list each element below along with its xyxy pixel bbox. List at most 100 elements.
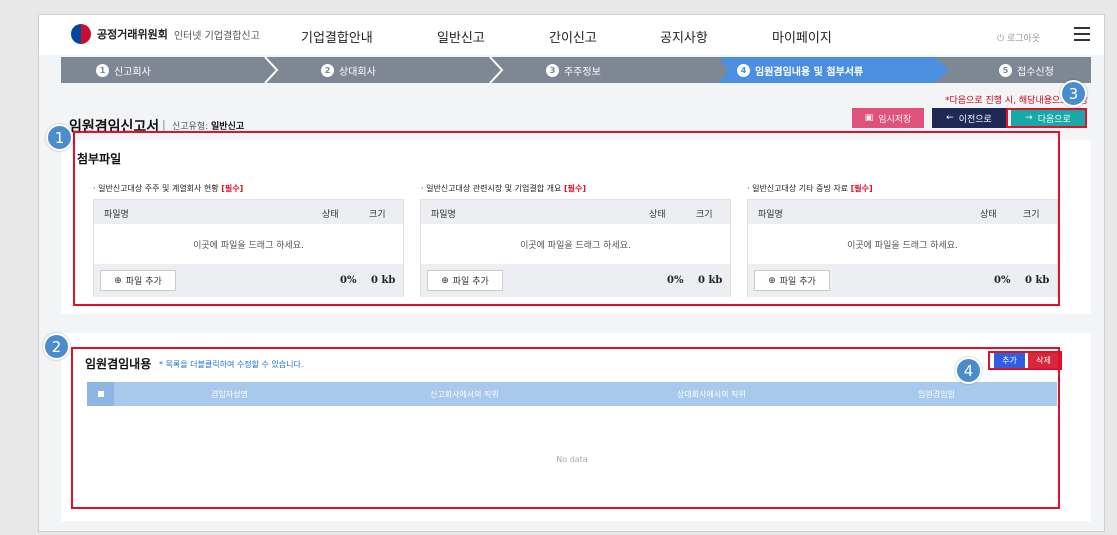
file-table-footer: ⊕ 파일 추가 0% 0 kb xyxy=(421,264,730,297)
attachment-column-title-2: · 일반신고대상 관련시장 및 기업결합 개요 [필수] xyxy=(421,183,586,194)
add-file-label: 파일 추가 xyxy=(125,277,162,287)
menu-notices[interactable]: 공지사항 xyxy=(660,27,708,46)
site-logo[interactable]: 공정거래위원회 인터넷 기업결합신고 xyxy=(71,24,260,44)
grid-header: 겸임자성명 신고회사에서의 직위 상대회사에서의 직위 임원겸임일 xyxy=(87,382,1057,406)
callout-badge-1: 1 xyxy=(46,124,73,151)
progress-steps: 1 신고회사 2 상대회사 3 주주정보 4 임원겸임내용 및 첨부서류 5 접수신청 xyxy=(61,57,1091,83)
previous-button[interactable]: ← 이전으로 xyxy=(932,108,1006,128)
header-file-name: 파일명 xyxy=(758,210,783,220)
next-label: 다음으로 xyxy=(1037,114,1071,125)
file-table-header: 파일명 상태 크기 xyxy=(748,200,1057,224)
step-3: 3 주주정보 xyxy=(546,57,601,83)
step-label: 상대회사 xyxy=(339,66,376,78)
report-type-value: 일반신고 xyxy=(211,122,245,132)
header-size: 크기 xyxy=(369,210,386,220)
title-separator: | xyxy=(162,118,166,131)
upload-size: 0 kb xyxy=(371,275,396,286)
chevron-right-icon xyxy=(264,57,279,83)
column-header-reporting-position: 신고회사에서의 직위 xyxy=(430,390,499,399)
select-all-checkbox[interactable] xyxy=(87,382,114,406)
temp-save-button[interactable]: ▣ 임시저장 xyxy=(852,108,924,128)
attachments-title: 첨부파일 xyxy=(77,152,122,166)
empty-state: No data xyxy=(556,455,588,464)
step-number: 3 xyxy=(546,63,559,77)
callout-badge-2: 2 xyxy=(43,333,70,360)
menu-simple-report[interactable]: 간이신고 xyxy=(549,27,597,46)
menu-mypage[interactable]: 마이페이지 xyxy=(772,27,832,46)
arrow-left-icon: ← xyxy=(946,113,954,123)
menu-merger-guide[interactable]: 기업결합안내 xyxy=(301,27,373,46)
file-table-header: 파일명 상태 크기 xyxy=(421,200,730,224)
file-drop-zone[interactable]: 이곳에 파일을 드래그 하세요. xyxy=(748,224,1057,264)
top-navigation: 공정거래위원회 인터넷 기업결합신고 기업결합안내 일반신고 간이신고 공지사항… xyxy=(39,15,1104,55)
file-drop-zone[interactable]: 이곳에 파일을 드래그 하세요. xyxy=(421,224,730,264)
logo-service-name: 인터넷 기업결합신고 xyxy=(173,30,260,42)
file-upload-box-1: 파일명 상태 크기 이곳에 파일을 드래그 하세요. ⊕ 파일 추가 0% 0 k… xyxy=(93,199,404,297)
callout-badge-3: 3 xyxy=(1060,80,1087,107)
header-size: 크기 xyxy=(696,210,713,220)
report-type: 신고유형: 일반신고 xyxy=(172,119,244,132)
delete-row-button[interactable]: 삭제 xyxy=(1028,353,1059,368)
concurrent-positions-title: 임원겸임내용 xyxy=(85,357,152,371)
column-header-name: 겸임자성명 xyxy=(211,390,248,399)
report-type-label: 신고유형: xyxy=(172,122,209,132)
column-header-counterpart-position: 상대회사에서의 직위 xyxy=(677,390,746,399)
required-badge: [필수] xyxy=(563,184,586,193)
step-number: 1 xyxy=(96,63,109,77)
plus-circle-icon: ⊕ xyxy=(114,275,122,286)
header-file-name: 파일명 xyxy=(104,210,129,220)
column-title: · 일반신고대상 주주 및 계열회사 현황 xyxy=(93,184,219,193)
upload-percent: 0% xyxy=(340,275,357,286)
header-status: 상태 xyxy=(980,210,997,220)
power-icon: ⏻ xyxy=(997,34,1007,44)
add-file-label: 파일 추가 xyxy=(779,277,816,287)
required-badge: [필수] xyxy=(221,184,244,193)
browser-page: 공정거래위원회 인터넷 기업결합신고 기업결합안내 일반신고 간이신고 공지사항… xyxy=(38,14,1105,532)
header-status: 상태 xyxy=(649,210,666,220)
next-button[interactable]: → 다음으로 xyxy=(1011,108,1085,128)
step-4-active: 4 임원겸임내용 및 첨부서류 xyxy=(737,57,863,83)
step-label: 접수신청 xyxy=(1017,66,1054,78)
file-upload-box-3: 파일명 상태 크기 이곳에 파일을 드래그 하세요. ⊕ 파일 추가 0% 0 k… xyxy=(747,199,1058,297)
upload-size: 0 kb xyxy=(698,275,723,286)
save-label: 임시저장 xyxy=(878,114,912,125)
save-icon: ▣ xyxy=(864,113,874,123)
logo-org-name: 공정거래위원회 xyxy=(97,28,168,41)
step-1: 1 신고회사 xyxy=(96,57,151,83)
add-file-label: 파일 추가 xyxy=(452,277,489,287)
attachment-column-title-3: · 일반신고대상 기타 증빙 자료 [필수] xyxy=(747,183,873,194)
upload-size: 0 kb xyxy=(1025,275,1050,286)
file-drop-zone[interactable]: 이곳에 파일을 드래그 하세요. xyxy=(94,224,403,264)
logout-label: 로그아웃 xyxy=(1006,34,1041,44)
step-label: 신고회사 xyxy=(114,66,151,78)
file-table-footer: ⊕ 파일 추가 0% 0 kb xyxy=(748,264,1057,297)
step-label: 임원겸임내용 및 첨부서류 xyxy=(755,66,864,78)
edit-hint: * 목록을 더블클릭하여 수정할 수 있습니다. xyxy=(159,360,304,369)
arrow-right-icon: → xyxy=(1025,113,1033,123)
step-2: 2 상대회사 xyxy=(321,57,376,83)
plus-circle-icon: ⊕ xyxy=(768,275,776,286)
step-number: 2 xyxy=(321,63,334,77)
hamburger-menu-icon[interactable] xyxy=(1074,27,1090,41)
menu-general-report[interactable]: 일반신고 xyxy=(437,27,485,46)
file-upload-box-2: 파일명 상태 크기 이곳에 파일을 드래그 하세요. ⊕ 파일 추가 0% 0 k… xyxy=(420,199,731,297)
add-file-button[interactable]: ⊕ 파일 추가 xyxy=(754,270,830,291)
add-file-button[interactable]: ⊕ 파일 추가 xyxy=(100,270,176,291)
step-5: 5 접수신청 xyxy=(999,57,1054,83)
file-table-footer: ⊕ 파일 추가 0% 0 kb xyxy=(94,264,403,297)
page-title: 임원겸임신고서 xyxy=(69,119,160,135)
taegeuk-logo-icon xyxy=(71,24,91,44)
header-status: 상태 xyxy=(322,210,339,220)
add-row-button[interactable]: 추가 xyxy=(994,353,1025,368)
prev-label: 이전으로 xyxy=(958,114,992,125)
header-size: 크기 xyxy=(1023,210,1040,220)
required-badge: [필수] xyxy=(850,184,873,193)
logout-link[interactable]: ⏻ 로그아웃 xyxy=(997,31,1040,44)
callout-badge-4: 4 xyxy=(955,357,982,384)
file-table-header: 파일명 상태 크기 xyxy=(94,200,403,224)
plus-circle-icon: ⊕ xyxy=(441,275,449,286)
header-file-name: 파일명 xyxy=(431,210,456,220)
chevron-right-icon xyxy=(489,57,504,83)
upload-percent: 0% xyxy=(667,275,684,286)
add-file-button[interactable]: ⊕ 파일 추가 xyxy=(427,270,503,291)
